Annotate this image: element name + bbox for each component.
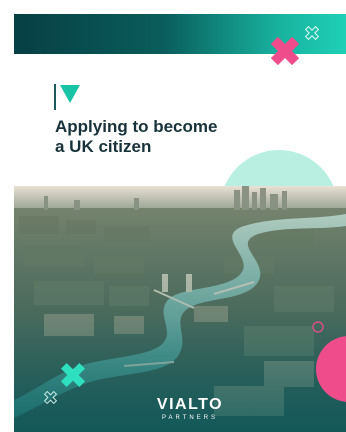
- pink-x-icon: [270, 36, 300, 66]
- chevron-logo-icon: [60, 85, 80, 103]
- outline-x-icon: [44, 391, 57, 404]
- brand-tagline: PARTNERS: [161, 415, 219, 421]
- outline-x-icon: [305, 26, 319, 40]
- brand-name: VIALTO: [156, 396, 224, 413]
- title-line-1: Applying to become: [55, 117, 218, 136]
- teal-x-icon: [60, 362, 86, 388]
- report-cover: Applying to become a UK citizen VIALTO P…: [0, 0, 346, 432]
- page-title: Applying to become a UK citizen: [55, 117, 285, 157]
- vialto-partners-logo: VIALTO PARTNERS: [140, 396, 240, 422]
- logo-divider: [54, 84, 56, 110]
- small-ring-decoration: [312, 321, 324, 333]
- title-line-2: a UK citizen: [55, 137, 152, 156]
